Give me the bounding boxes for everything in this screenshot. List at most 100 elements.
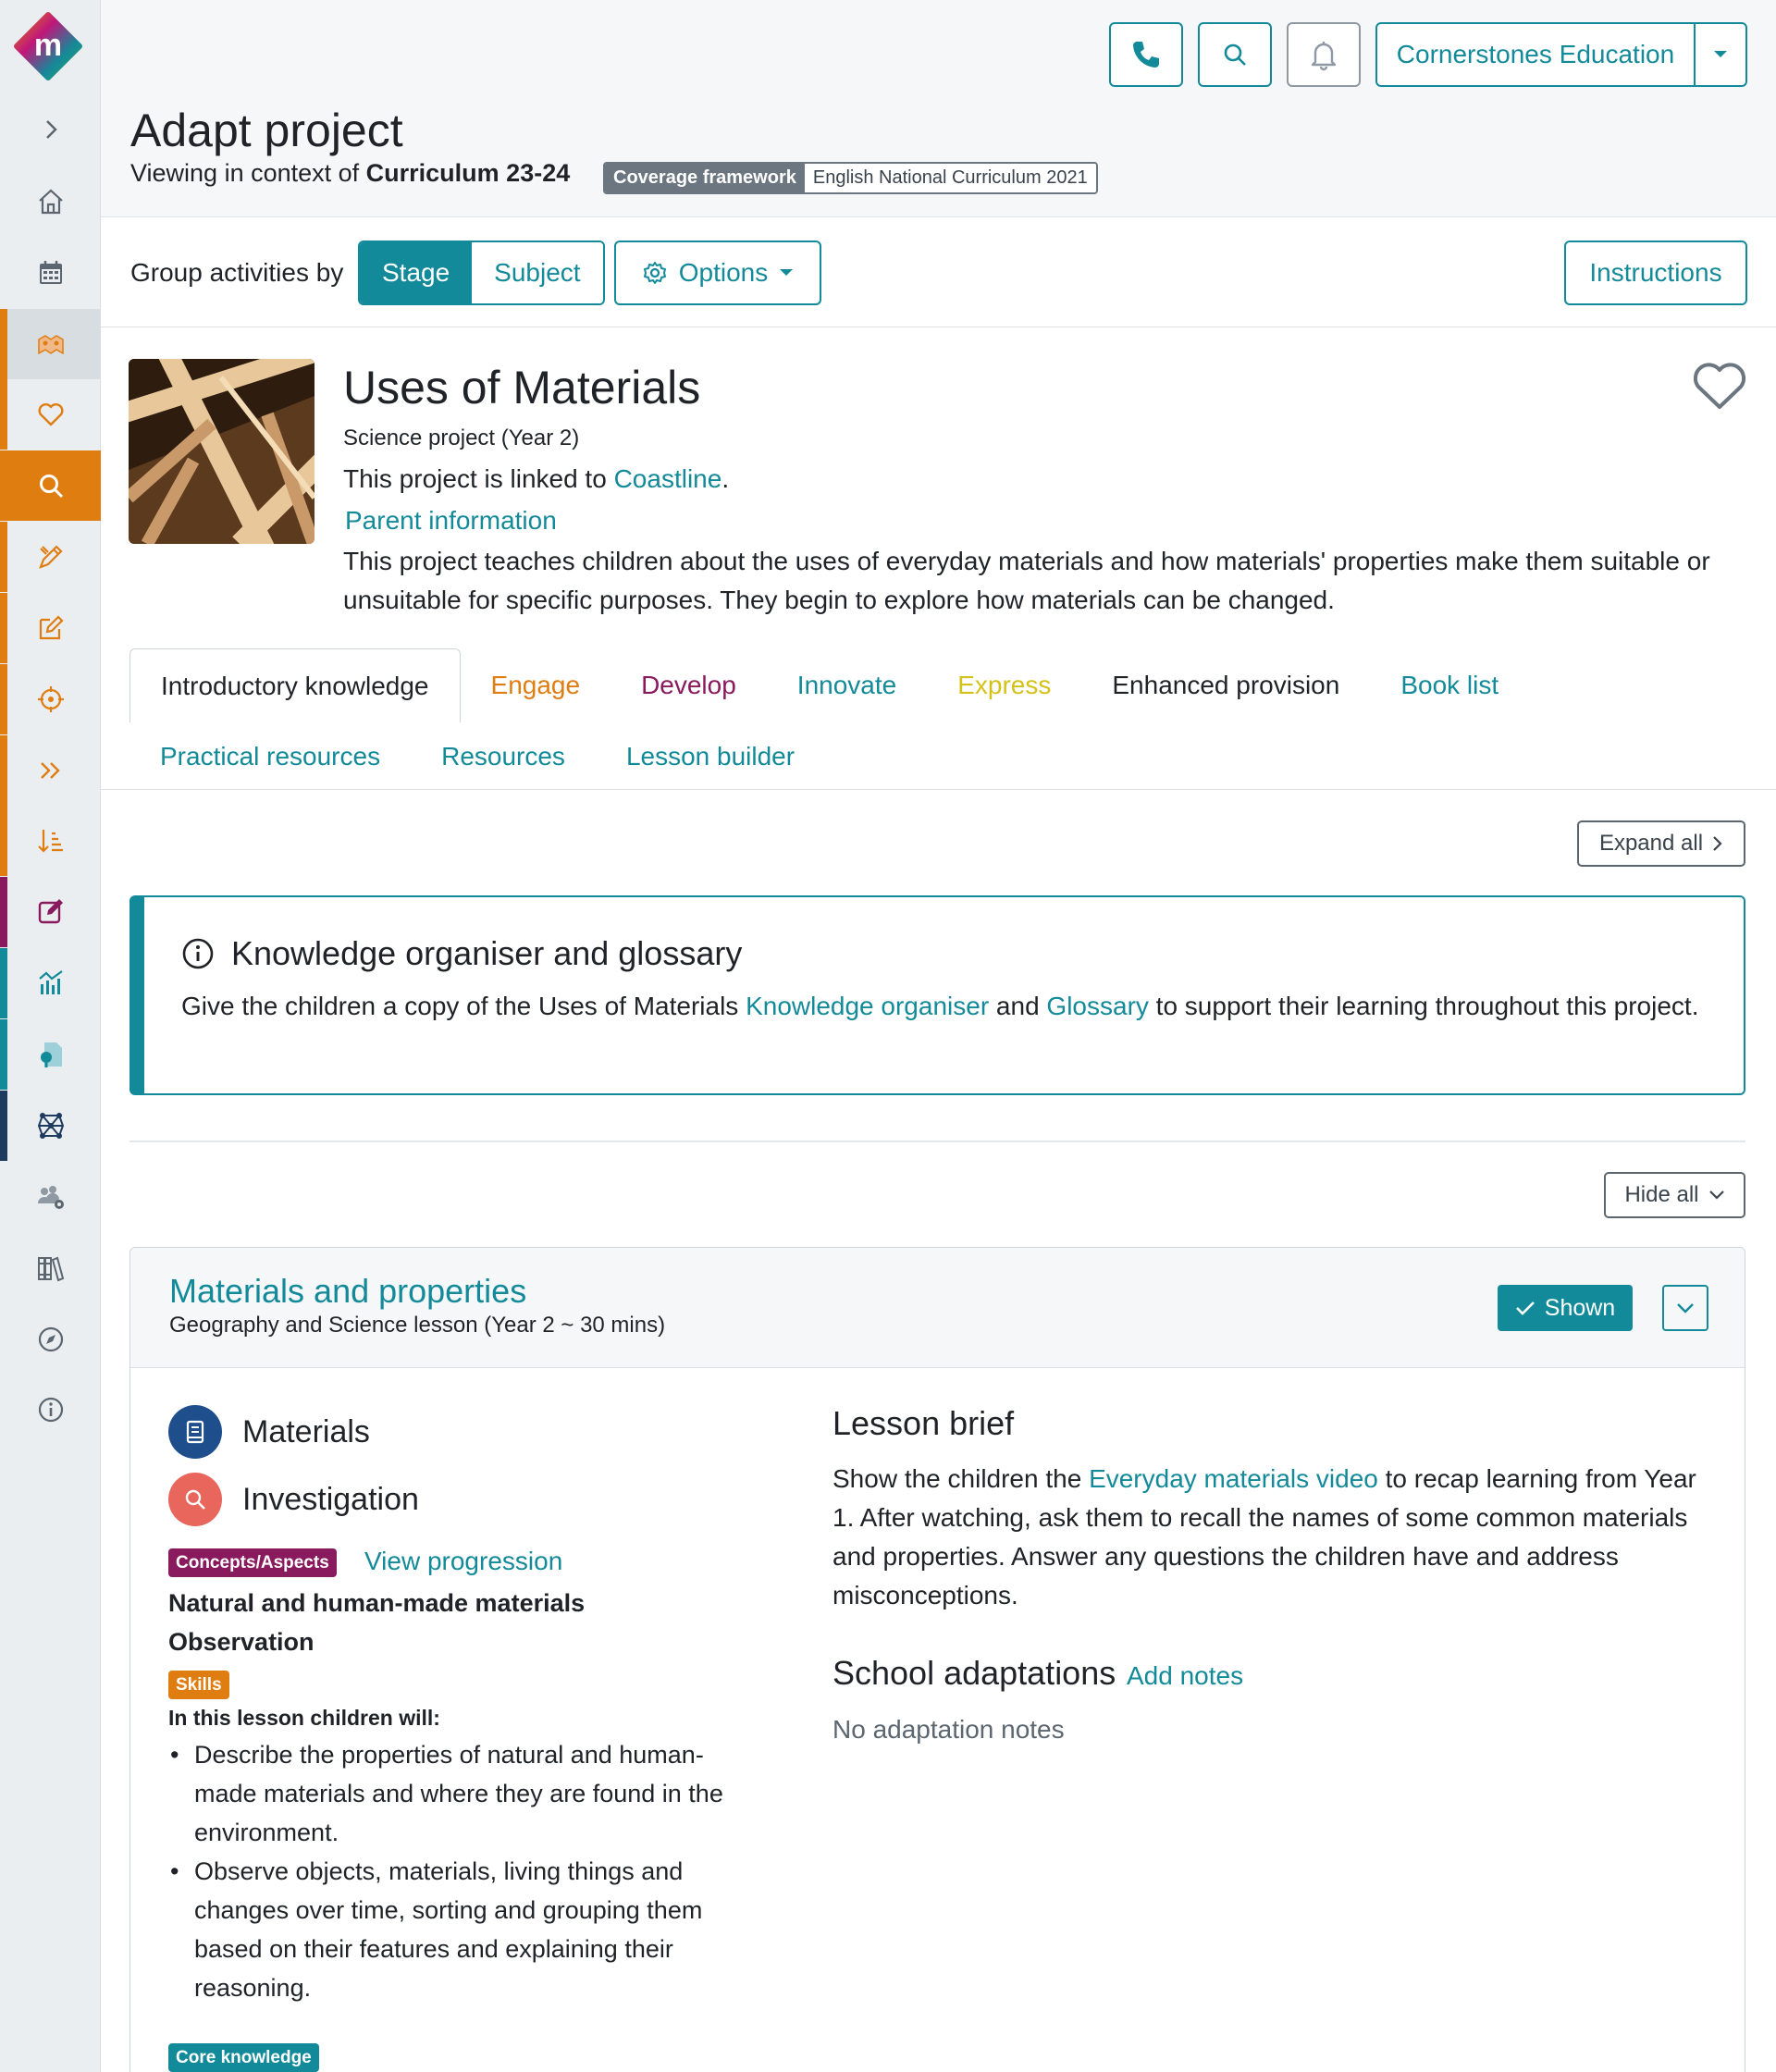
everyday-materials-video-link[interactable]: Everyday materials video <box>1089 1464 1378 1493</box>
info-icon <box>182 938 214 969</box>
lesson-brief-text: Show the children the Everyday materials… <box>832 1464 1696 1610</box>
curriculum-name: Curriculum 23-24 <box>365 159 571 187</box>
sidebar-item-calendar[interactable] <box>0 238 101 308</box>
knowledge-organiser-panel: Knowledge organiser and glossary Give th… <box>130 895 1745 1095</box>
core-knowledge-badge: Core knowledge <box>168 2043 319 2072</box>
page-title: Adapt project <box>130 105 403 156</box>
tab-lesson-builder[interactable]: Lesson builder <box>596 720 825 794</box>
sidebar-item-assessment[interactable] <box>0 877 101 947</box>
tab-practical-resources[interactable]: Practical resources <box>130 720 411 794</box>
linked-project-link[interactable]: Coastline <box>614 464 722 493</box>
notifications-button[interactable] <box>1287 22 1361 87</box>
objectives-heading: In this lesson children will: <box>168 1706 440 1730</box>
tabs-divider <box>101 789 1776 790</box>
shown-toggle-button[interactable]: Shown <box>1498 1285 1633 1331</box>
search-icon <box>1224 43 1246 66</box>
search-button[interactable] <box>1198 22 1272 87</box>
concept-item: Natural and human-made materials <box>168 1589 586 1617</box>
project-description: This project teaches children about the … <box>343 547 1710 614</box>
sidebar: m <box>0 0 101 2072</box>
gear-icon <box>643 262 666 284</box>
sidebar-item-sort[interactable] <box>0 806 101 876</box>
expand-all-button[interactable]: Expand all <box>1577 820 1745 867</box>
caret-down-icon <box>1714 51 1727 57</box>
sort-icon <box>37 830 63 853</box>
sidebar-item-home[interactable] <box>0 166 101 237</box>
sidebar-item-info[interactable] <box>0 1375 101 1445</box>
sidebar-item-progress[interactable] <box>0 735 101 806</box>
group-by-subject[interactable]: Subject <box>472 242 603 303</box>
sidebar-item-explore[interactable] <box>0 1304 101 1375</box>
sidebar-item-design[interactable] <box>0 522 101 592</box>
calendar-icon <box>39 261 62 284</box>
edit-icon <box>39 615 64 640</box>
organisation-dropdown[interactable] <box>1696 24 1745 85</box>
hide-all-button[interactable]: Hide all <box>1604 1172 1745 1218</box>
chart-icon <box>38 970 63 994</box>
tab-book-list[interactable]: Book list <box>1370 648 1529 722</box>
users-icon <box>37 1186 64 1209</box>
tab-develop[interactable]: Develop <box>610 648 767 722</box>
check-icon <box>1515 1301 1535 1315</box>
tab-express[interactable]: Express <box>927 648 1081 722</box>
view-progression-link[interactable]: View progression <box>364 1547 562 1576</box>
parent-information-link[interactable]: Parent information <box>345 506 557 536</box>
sidebar-expand[interactable] <box>0 94 101 165</box>
compass-icon <box>38 1326 63 1352</box>
options-label: Options <box>678 258 769 287</box>
instructions-button[interactable]: Instructions <box>1564 240 1747 305</box>
design-icon <box>38 545 63 569</box>
sidebar-item-network[interactable] <box>0 1091 101 1161</box>
logo-icon[interactable]: m <box>14 12 82 80</box>
sidebar-item-documents[interactable] <box>0 1019 101 1090</box>
chevron-right-icon <box>45 120 57 139</box>
favourite-heart-icon[interactable] <box>1691 359 1748 413</box>
lesson-title[interactable]: Materials and properties <box>169 1272 526 1311</box>
objectives-list: Describe the properties of natural and h… <box>168 1735 760 2007</box>
coverage-framework-key: Coverage framework <box>605 164 805 192</box>
sidebar-item-analytics[interactable] <box>0 948 101 1018</box>
objective-item: Describe the properties of natural and h… <box>168 1735 760 1852</box>
shown-label: Shown <box>1544 1294 1616 1321</box>
tab-enhanced-provision[interactable]: Enhanced provision <box>1081 648 1370 722</box>
tab-engage[interactable]: Engage <box>461 648 611 722</box>
hide-all-label: Hide all <box>1624 1182 1699 1207</box>
lesson-subtitle: Geography and Science lesson (Year 2 ~ 3… <box>169 1313 666 1338</box>
magnifier-icon <box>168 1473 222 1526</box>
chevron-down-icon <box>1708 1190 1724 1200</box>
organisation-name[interactable]: Cornerstones Education <box>1377 24 1696 85</box>
skills-badge: Skills <box>168 1671 229 1699</box>
sidebar-item-search[interactable] <box>0 450 101 521</box>
timber-frame-image <box>129 359 314 544</box>
library-icon <box>37 1256 64 1282</box>
project-subtitle: Science project (Year 2) <box>343 426 580 450</box>
sidebar-item-target[interactable] <box>0 664 101 734</box>
phone-button[interactable] <box>1109 22 1183 87</box>
lesson-brief-heading: Lesson brief <box>832 1404 1015 1442</box>
tab-resources[interactable]: Resources <box>411 720 596 794</box>
sidebar-item-library[interactable] <box>0 1233 101 1303</box>
curriculum-context: Viewing in context of Curriculum 23-24 <box>130 159 571 187</box>
tab-introductory-knowledge[interactable]: Introductory knowledge <box>130 648 461 722</box>
coverage-framework-badge: Coverage framework English National Curr… <box>603 162 1098 194</box>
caret-down-icon <box>780 269 794 276</box>
bell-icon <box>1311 42 1337 71</box>
section-divider <box>130 1141 1745 1142</box>
document-icon <box>40 1042 62 1067</box>
sidebar-item-projects[interactable] <box>0 309 101 379</box>
sidebar-item-users[interactable] <box>0 1162 101 1232</box>
tab-innovate[interactable]: Innovate <box>767 648 927 722</box>
glossary-link[interactable]: Glossary <box>1046 992 1148 1020</box>
sidebar-item-edit[interactable] <box>0 593 101 663</box>
knowledge-organiser-link[interactable]: Knowledge organiser <box>746 992 989 1020</box>
collapse-lesson-button[interactable] <box>1662 1285 1708 1331</box>
group-by-stage[interactable]: Stage <box>360 242 473 303</box>
add-notes-link[interactable]: Add notes <box>1127 1661 1243 1691</box>
options-button[interactable]: Options <box>614 240 821 305</box>
knowledge-organiser-description: Give the children a copy of the Uses of … <box>181 992 1699 1020</box>
subject-investigation: Investigation <box>168 1473 419 1526</box>
organisation-selector[interactable]: Cornerstones Education <box>1375 22 1747 87</box>
chevron-down-icon <box>1677 1303 1694 1314</box>
sidebar-item-favourites[interactable] <box>0 379 101 450</box>
concept-item: Observation <box>168 1628 314 1656</box>
